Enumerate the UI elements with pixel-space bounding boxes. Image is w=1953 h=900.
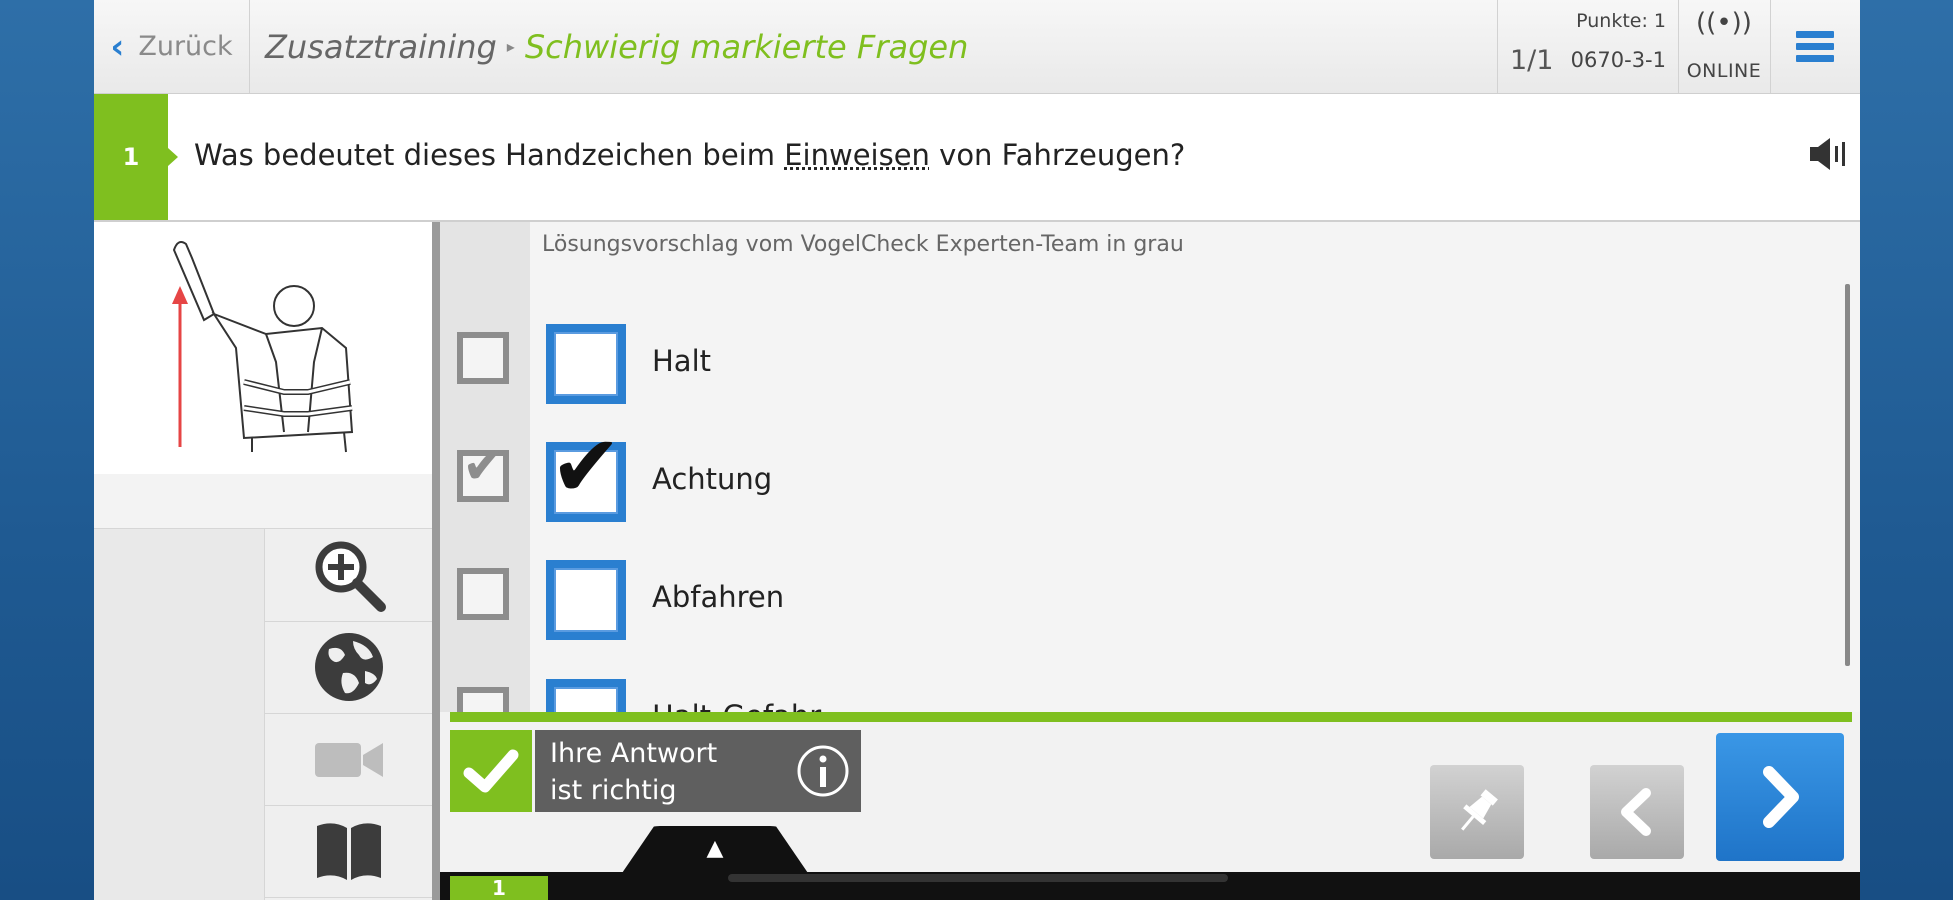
answer-checkbox[interactable] [546,324,626,404]
chevron-left-icon [1621,788,1651,836]
answer-checkbox[interactable] [546,679,626,712]
question-bar: 1 Was bedeutet dieses Handzeichen beim E… [94,94,1860,222]
answer-option[interactable]: Abfahren [440,552,1840,642]
current-page-marker[interactable]: 1 [450,876,548,900]
panel-divider[interactable] [432,222,440,900]
media-panel [94,222,433,900]
question-counter-box: Punkte: 1 1/1 0670-3-1 [1497,0,1679,93]
solution-hint: Lösungsvorschlag vom VogelCheck Experten… [542,232,1184,257]
answer-label: Halt [652,344,712,378]
answers-scrollbar[interactable] [1845,284,1850,666]
answer-option[interactable]: Halt [440,316,1840,406]
question-code: 0670-3-1 [1570,48,1666,72]
answer-checkmark-icon: ✔ [550,417,623,517]
question-text-end: von Fahrzeugen? [929,138,1186,172]
result-line-2: ist richtig [550,775,677,806]
question-text-start: Was bedeutet dieses Handzeichen beim [194,138,785,172]
answer-option[interactable]: Halt-Gefahr [440,671,1840,712]
checkmark-icon [463,749,519,793]
next-button[interactable] [1716,733,1844,861]
broadcast-icon: ((•)) [1696,8,1752,38]
zoom-button[interactable] [265,529,433,622]
chevron-left-icon: ‹ [110,26,125,67]
question-number-badge: 1 [94,94,178,220]
pin-question-button[interactable] [1430,765,1524,859]
globe-icon [315,633,383,701]
back-button[interactable]: ‹ Zurück [94,0,250,93]
pin-icon [1461,789,1498,831]
answer-option[interactable]: ✔ ✔ Achtung [440,424,1840,524]
question-counter: 1/1 [1510,45,1554,76]
progress-divider [450,712,1852,722]
suggestion-checkbox [457,687,509,712]
book-button[interactable] [265,805,433,898]
breadcrumb-separator-icon: ▸ [506,37,515,56]
answers-panel: Lösungsvorschlag vom VogelCheck Experten… [440,222,1860,712]
answer-checkbox[interactable] [546,560,626,640]
result-indicator [450,730,532,812]
suggestion-checkbox [457,568,509,620]
points-display: Punkte: 1 [1576,10,1666,32]
online-status[interactable]: ((•)) ONLINE [1678,0,1771,93]
video-camera-icon [315,743,383,777]
answer-label: Achtung [652,462,773,496]
translation-button[interactable] [265,621,433,714]
info-icon[interactable] [795,743,851,799]
chevron-right-icon [1763,766,1799,828]
question-image[interactable] [94,222,432,474]
breadcrumb-section[interactable]: Zusatztraining [265,28,497,66]
hand-signal-illustration [172,241,354,453]
home-indicator[interactable] [728,874,1228,882]
speaker-icon[interactable] [1808,136,1852,172]
breadcrumb: Zusatztraining ▸ Schwierig markierte Fra… [265,0,968,93]
suggestion-checkbox [457,332,509,384]
back-label: Zurück [138,31,233,62]
chevron-up-icon: ▲ [706,836,724,861]
answer-label: Abfahren [652,580,785,614]
previous-button[interactable] [1590,765,1684,859]
breadcrumb-current: Schwierig markierte Fragen [524,27,969,66]
result-message: Ihre Antwort ist richtig [535,730,861,812]
online-status-label: ONLINE [1686,60,1762,82]
answer-label: Halt-Gefahr [652,699,821,712]
expand-panel-tab[interactable]: ▲ [620,826,810,876]
zoom-in-icon [315,541,386,612]
result-line-1: Ihre Antwort [550,738,718,769]
hamburger-menu-icon [1796,26,1834,67]
app-window: ‹ Zurück Zusatztraining ▸ Schwierig mark… [94,0,1860,900]
video-button[interactable] [265,713,433,806]
header: ‹ Zurück Zusatztraining ▸ Schwierig mark… [94,0,1860,94]
glossary-link[interactable]: Einweisen [784,138,930,172]
question-text: Was bedeutet dieses Handzeichen beim Ein… [194,138,1185,172]
tool-column [264,529,433,900]
menu-button[interactable] [1770,0,1860,93]
suggestion-checkmark-icon: ✔ [462,436,506,496]
result-text: Ihre Antwort ist richtig [550,735,770,809]
image-caption-area [94,474,432,529]
book-icon [317,823,381,880]
